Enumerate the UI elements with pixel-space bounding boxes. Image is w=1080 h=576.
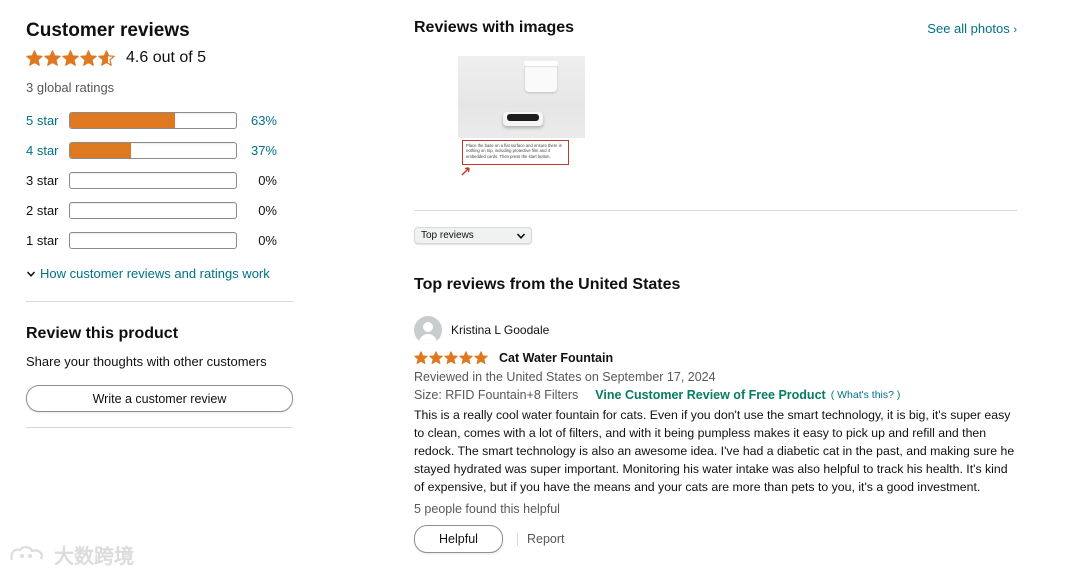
histogram-label: 2 star xyxy=(26,202,59,218)
reviews-with-images-header: Reviews with images See all photos › xyxy=(414,18,1017,38)
watermark-logo-icon xyxy=(10,545,43,560)
whats-this-wrapper: ( What's this? ) xyxy=(830,389,901,401)
review-item: Kristina L Goodale Cat Water Fountain Re… xyxy=(414,315,1017,553)
review-body: This is a really cool water fountain for… xyxy=(414,408,1015,494)
histogram-label[interactable]: 4 star xyxy=(26,143,69,158)
review-stars[interactable] xyxy=(414,351,489,365)
histogram-bar[interactable] xyxy=(69,141,237,159)
star-icon xyxy=(62,49,79,66)
histogram-percent[interactable]: 37% xyxy=(239,143,277,158)
chevron-down-icon xyxy=(26,270,36,277)
histogram-bar xyxy=(69,231,237,249)
histogram-bar-fill xyxy=(70,112,175,128)
divider xyxy=(26,301,293,302)
fountain-base-image xyxy=(503,112,543,126)
histogram-percent: 0% xyxy=(258,202,277,218)
write-review-button[interactable]: Write a customer review xyxy=(26,385,293,412)
review-meta: Size: RFID Fountain+8 Filters Vine Custo… xyxy=(414,386,1017,404)
histogram-row: 1 star 0% xyxy=(26,225,293,255)
ratings-summary: Customer reviews 4.6 out of 5 3 global r… xyxy=(26,18,293,428)
star-icon xyxy=(414,351,428,365)
avatar xyxy=(414,316,442,344)
customer-reviews-title: Customer reviews xyxy=(26,20,190,41)
top-reviews-title: Top reviews from the United States xyxy=(414,276,681,293)
how-reviews-work-label: How customer reviews and ratings work xyxy=(40,266,270,281)
review-this-product-subtitle: Share your thoughts with other customers xyxy=(26,354,267,369)
histogram-label: 3 star xyxy=(26,172,59,188)
histogram-bar xyxy=(69,201,237,219)
chevron-right-icon: › xyxy=(1013,23,1017,36)
histogram-bar[interactable] xyxy=(69,111,237,129)
review-date: Reviewed in the United States on Septemb… xyxy=(414,370,716,384)
section-divider xyxy=(414,210,1017,211)
histogram-bar-fill xyxy=(70,142,132,158)
star-icon xyxy=(474,351,488,365)
star-icon xyxy=(459,351,473,365)
average-stars xyxy=(26,49,116,67)
divider xyxy=(517,532,518,546)
review-actions: Helpful Report xyxy=(414,525,1017,553)
reviewer-name: Kristina L Goodale xyxy=(451,323,550,337)
whats-this-link[interactable]: What's this? xyxy=(837,389,894,401)
review-image-caption: Place the base on a flat surface and ens… xyxy=(462,140,569,165)
review-size[interactable]: Size: RFID Fountain+8 Filters xyxy=(414,386,578,404)
vine-badge: Vine Customer Review of Free Product xyxy=(595,388,826,402)
histogram-percent[interactable]: 63% xyxy=(239,113,277,128)
fountain-top-image xyxy=(524,61,558,92)
review-title[interactable]: Cat Water Fountain xyxy=(499,351,613,365)
histogram-row: 2 star 0% xyxy=(26,195,293,225)
review-this-product-title: Review this product xyxy=(26,325,179,342)
star-icon xyxy=(98,49,115,66)
histogram-bar xyxy=(69,171,237,189)
histogram-row: 3 star 0% xyxy=(26,165,293,195)
histogram-percent: 0% xyxy=(258,172,277,188)
average-rating-text: 4.6 out of 5 xyxy=(126,49,207,66)
sort-reviews-select[interactable]: Top reviews xyxy=(414,227,532,244)
star-icon xyxy=(444,351,458,365)
star-icon xyxy=(26,49,43,66)
helpful-button[interactable]: Helpful xyxy=(414,525,503,553)
histogram-row[interactable]: 4 star 37% xyxy=(26,135,293,165)
review-image-thumbnail[interactable] xyxy=(458,56,585,138)
sort-selected-value: Top reviews xyxy=(421,230,474,241)
arrow-icon xyxy=(461,167,470,176)
histogram-percent: 0% xyxy=(258,232,277,248)
how-reviews-work-link[interactable]: How customer reviews and ratings work xyxy=(26,266,293,281)
histogram-label[interactable]: 5 star xyxy=(26,113,69,128)
star-icon xyxy=(429,351,443,365)
rating-histogram: 5 star 63% 4 star 37% 3 star 0% 2 star 0% 1 star… xyxy=(26,105,293,255)
divider xyxy=(26,427,293,428)
watermark: 大数跨境 xyxy=(8,540,134,569)
helpful-count: 5 people found this helpful xyxy=(414,502,560,516)
reviews-with-images-title: Reviews with images xyxy=(414,19,575,36)
reviewer-profile[interactable]: Kristina L Goodale xyxy=(414,315,1017,345)
average-rating-row: 4.6 out of 5 xyxy=(26,46,293,70)
see-all-photos-label: See all photos xyxy=(927,20,1010,36)
histogram-label: 1 star xyxy=(26,232,59,248)
review-title-row: Cat Water Fountain xyxy=(414,349,1017,367)
global-ratings-count: 3 global ratings xyxy=(26,80,115,95)
reviews-main: Reviews with images See all photos › Pla… xyxy=(414,18,1017,553)
star-icon xyxy=(80,49,97,66)
report-link[interactable]: Report xyxy=(527,532,565,546)
see-all-photos-link[interactable]: See all photos › xyxy=(927,21,1017,36)
histogram-row[interactable]: 5 star 63% xyxy=(26,105,293,135)
chevron-down-icon xyxy=(516,232,526,239)
watermark-text: 大数跨境 xyxy=(54,546,134,568)
star-icon xyxy=(44,49,61,66)
